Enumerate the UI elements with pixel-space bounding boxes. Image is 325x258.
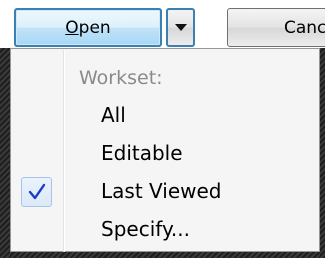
chevron-down-icon	[174, 24, 187, 31]
background-right	[320, 48, 325, 258]
menu-item-label: Specify...	[101, 217, 190, 241]
menu-item-all[interactable]: All	[13, 99, 317, 133]
menu-item-specify[interactable]: Specify...	[13, 213, 317, 247]
menu-header-workset: Workset:	[79, 67, 163, 89]
open-button-accelerator: O	[65, 17, 79, 38]
menu-item-last-viewed[interactable]: Last Viewed	[13, 175, 317, 209]
check-highlight	[21, 177, 52, 207]
open-button-label: pen	[78, 17, 111, 38]
cancel-button-label: Canc	[284, 17, 325, 38]
background-left	[0, 48, 10, 258]
workset-dropdown-menu: Workset: All Editable Last Viewed Specif…	[10, 48, 320, 252]
menu-item-editable[interactable]: Editable	[13, 137, 317, 171]
menu-item-label: Editable	[101, 141, 183, 165]
menu-item-label: All	[101, 103, 126, 127]
cancel-button[interactable]: Canc	[227, 8, 325, 47]
open-button[interactable]: Open	[14, 8, 162, 47]
menu-item-label: Last Viewed	[101, 179, 222, 203]
checkmark-icon	[28, 183, 46, 200]
background-bottom	[10, 252, 320, 258]
open-options-dropdown-button[interactable]	[166, 8, 195, 47]
